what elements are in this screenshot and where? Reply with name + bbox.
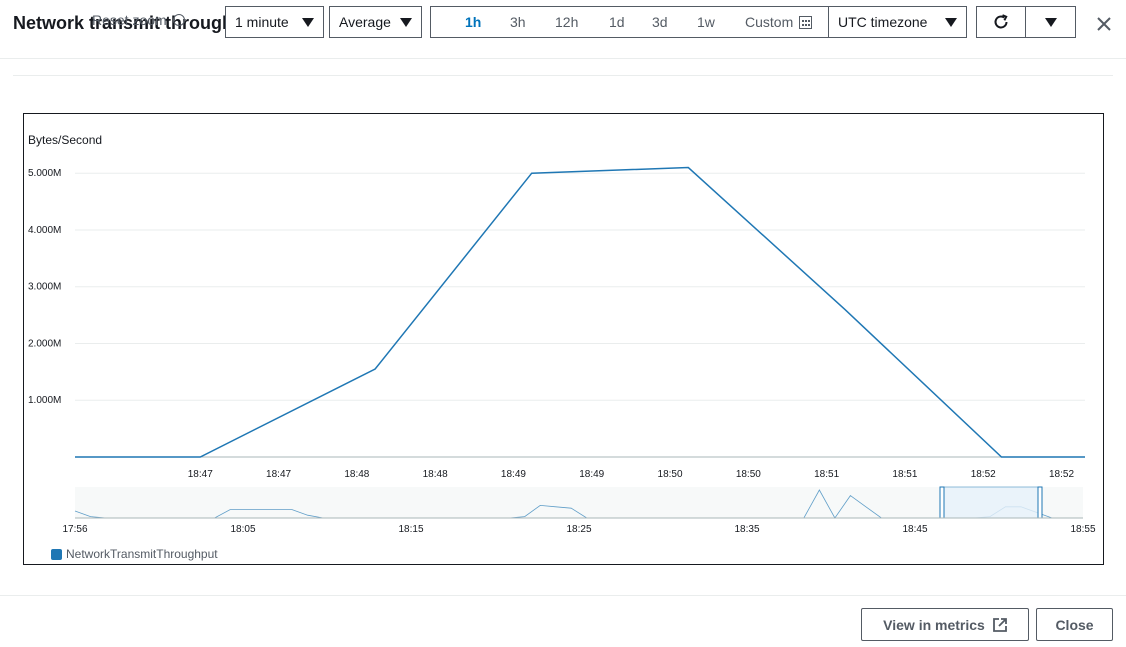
calendar-icon [799, 15, 813, 29]
range-12h[interactable]: 12h [555, 14, 578, 30]
range-3d[interactable]: 3d [652, 14, 668, 30]
modal-header: Network transmit throughput Reset zoom 1… [0, 0, 1126, 59]
reset-zoom-label: Reset zoom [92, 12, 167, 28]
view-in-metrics-label: View in metrics [883, 616, 985, 633]
navigator-handle [1037, 486, 1043, 519]
time-range-selector: 1h 3h 12h 1d 3d 1w Custom [430, 6, 828, 38]
custom-range-button[interactable]: Custom [745, 14, 813, 30]
y-tick-label: 3.000M [28, 282, 61, 293]
navigator-handle [939, 486, 945, 519]
range-1w[interactable]: 1w [697, 14, 715, 30]
navigator-tick-label: 17:56 [62, 524, 87, 535]
x-tick-label: 18:51 [892, 469, 917, 480]
navigator-tick-label: 18:35 [734, 524, 759, 535]
statistic-value: Average [339, 14, 391, 30]
navigator-tick-label: 18:45 [902, 524, 927, 535]
range-1d[interactable]: 1d [609, 14, 625, 30]
navigator-tick-label: 18:15 [398, 524, 423, 535]
modal-footer: View in metrics Close [0, 595, 1126, 647]
refresh-options-dropdown[interactable] [1026, 6, 1076, 38]
caret-down-icon [302, 17, 314, 27]
chart-legend[interactable]: NetworkTransmitThroughput [51, 547, 218, 561]
statistic-select[interactable]: Average [329, 6, 422, 38]
x-tick-label: 18:47 [188, 469, 213, 480]
period-value: 1 minute [235, 14, 289, 30]
timezone-value: UTC timezone [838, 14, 928, 30]
period-select[interactable]: 1 minute [225, 6, 324, 38]
x-tick-label: 18:52 [1049, 469, 1074, 480]
timezone-select[interactable]: UTC timezone [828, 6, 967, 38]
range-3h[interactable]: 3h [510, 14, 526, 30]
navigator-selection [941, 486, 1041, 519]
close-icon-button[interactable] [1094, 14, 1114, 34]
close-icon [1097, 17, 1111, 31]
y-tick-label: 5.000M [28, 168, 61, 179]
navigator-tick-label: 18:05 [230, 524, 255, 535]
y-tick-label: 2.000M [28, 338, 61, 349]
external-link-icon [992, 617, 1007, 632]
x-tick-label: 18:48 [423, 469, 448, 480]
view-in-metrics-button[interactable]: View in metrics [861, 608, 1029, 641]
x-tick-label: 18:50 [736, 469, 761, 480]
legend-label: NetworkTransmitThroughput [66, 547, 218, 561]
chart-container: Bytes/Second 1.000M 2.000M 3.000M 4.000M 5.00… [23, 113, 1104, 565]
y-tick-label: 4.000M [28, 225, 61, 236]
zoom-out-icon [172, 14, 185, 26]
x-tick-label: 18:51 [814, 469, 839, 480]
x-tick-label: 18:49 [501, 469, 526, 480]
custom-label: Custom [745, 14, 794, 30]
refresh-button[interactable] [976, 6, 1026, 38]
close-button[interactable]: Close [1036, 608, 1113, 641]
refresh-icon [994, 14, 1008, 29]
metric-modal: Network transmit throughput Reset zoom 1… [0, 0, 1126, 647]
x-tick-label: 18:49 [579, 469, 604, 480]
line-chart[interactable]: Bytes/Second 1.000M 2.000M 3.000M 4.000M 5.00… [24, 114, 1103, 564]
reset-zoom-link[interactable]: Reset zoom [92, 12, 185, 28]
x-tick-label: 18:47 [266, 469, 291, 480]
navigator-tick-label: 18:25 [566, 524, 591, 535]
caret-down-icon [400, 17, 412, 27]
caret-down-icon [945, 17, 957, 27]
y-tick-label: 1.000M [28, 395, 61, 406]
divider [13, 75, 1113, 76]
series-line [75, 166, 1085, 458]
range-1h[interactable]: 1h [465, 14, 481, 30]
legend-swatch [51, 548, 62, 560]
navigator-tick-label: 18:55 [1070, 524, 1095, 535]
x-tick-label: 18:50 [658, 469, 683, 480]
y-axis-label: Bytes/Second [28, 133, 102, 147]
x-tick-label: 18:48 [344, 469, 369, 480]
x-tick-label: 18:52 [971, 469, 996, 480]
caret-down-icon [1044, 17, 1057, 27]
